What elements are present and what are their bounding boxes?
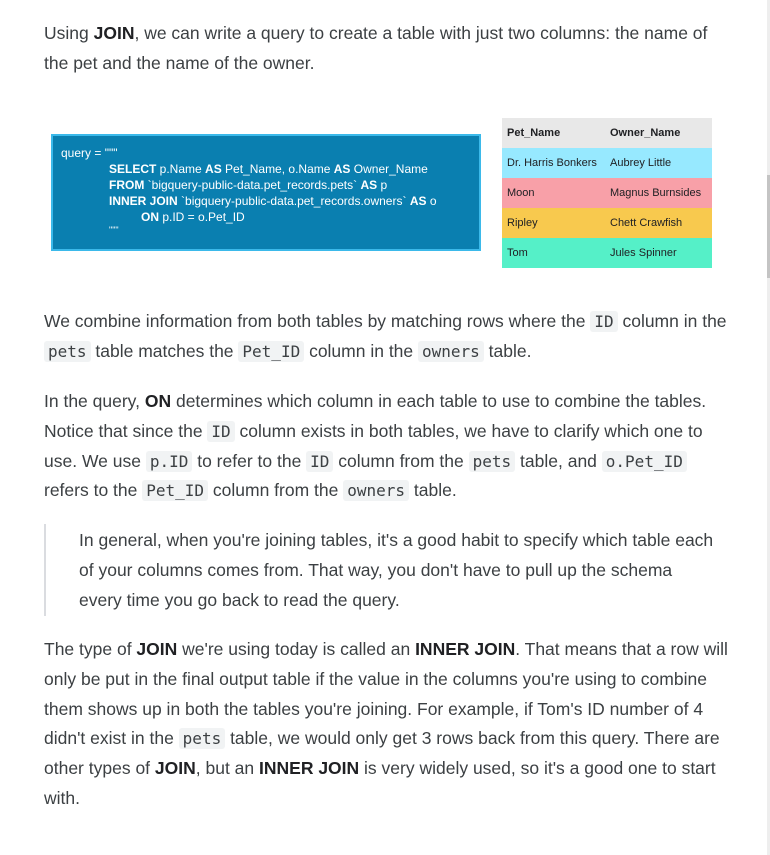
table-cell: Aubrey Little	[605, 148, 712, 178]
sql-keyword: AS	[205, 162, 222, 176]
text: table.	[483, 340, 532, 361]
code-text: o	[426, 194, 437, 208]
text: table.	[409, 480, 457, 501]
text: refers to the	[44, 480, 143, 501]
table-row: Moon Magnus Burnsides	[502, 178, 712, 208]
on-paragraph: In the query, ON determines which column…	[44, 387, 728, 506]
sql-keyword: ON	[141, 210, 159, 224]
sql-keyword: AS	[360, 178, 378, 192]
code-text: `bigquery-public-data.pet_records.pets`	[144, 178, 361, 192]
column-header: Pet_Name	[502, 118, 605, 148]
text: Using	[44, 23, 94, 43]
sql-keyword: FROM	[109, 178, 145, 192]
table-row: Dr. Harris Bonkers Aubrey Little	[502, 148, 712, 178]
query-line-5: ON p.ID = o.Pet_ID	[141, 209, 245, 225]
column-header: Owner_Name	[605, 118, 712, 148]
inline-code: o.Pet_ID	[601, 450, 687, 472]
text: column from the	[333, 450, 469, 471]
code-text: """	[109, 225, 119, 235]
blockquote: In general, when you're joining tables, …	[44, 524, 714, 616]
text: table, and	[515, 450, 602, 471]
join-type-paragraph: The type of JOIN we're using today is ca…	[44, 635, 728, 814]
result-table: Pet_Name Owner_Name Dr. Harris Bonkers A…	[502, 118, 712, 268]
keyword-join: JOIN	[154, 758, 196, 779]
intro-paragraph: Using JOIN, we can write a query to crea…	[44, 19, 728, 79]
inline-code: owners	[343, 480, 410, 502]
inline-code: ID	[207, 420, 235, 442]
inline-code: pets	[178, 728, 226, 750]
table-cell: Chett Crawfish	[605, 208, 712, 238]
text: We combine information from both tables …	[44, 311, 591, 331]
blockquote-text: In general, when you're joining tables, …	[79, 530, 714, 610]
sql-keyword: AS	[409, 194, 427, 208]
text: , but an	[195, 758, 260, 779]
table-cell: Moon	[502, 178, 605, 208]
sql-keyword: SELECT	[109, 162, 157, 176]
code-text: Pet_Name, o.Name	[221, 162, 334, 176]
inline-code: ID	[306, 450, 334, 472]
table-header-row: Pet_Name Owner_Name	[502, 118, 712, 148]
query-line-1: query = """	[61, 145, 117, 161]
text: to refer to the	[192, 450, 307, 471]
table-row: Ripley Chett Crawfish	[502, 208, 712, 238]
inline-code: p.ID	[145, 450, 193, 472]
table-row: Tom Jules Spinner	[502, 238, 712, 268]
query-line-4: INNER JOIN `bigquery-public-data.pet_rec…	[109, 193, 437, 209]
table-cell: Magnus Burnsides	[605, 178, 712, 208]
code-text: Owner_Name	[350, 162, 428, 176]
code-text: query = """	[61, 146, 118, 160]
code-text: `bigquery-public-data.pet_records.owners…	[177, 194, 410, 208]
text: table matches the	[90, 340, 239, 361]
query-line-2: SELECT p.Name AS Pet_Name, o.Name AS Own…	[109, 161, 428, 177]
text: In the query,	[44, 391, 145, 411]
sql-keyword: AS	[333, 162, 351, 176]
table-cell: Dr. Harris Bonkers	[502, 148, 605, 178]
inline-code: Pet_ID	[142, 480, 209, 502]
keyword-on: ON	[144, 391, 172, 411]
query-line-6: """	[109, 222, 119, 238]
keyword-join: JOIN	[93, 23, 135, 43]
code-text: p.ID = o.Pet_ID	[159, 210, 245, 224]
text: column in the	[617, 311, 727, 331]
table-cell: Tom	[502, 238, 605, 268]
query-line-3: FROM `bigquery-public-data.pet_records.p…	[109, 177, 387, 193]
text: column from the	[208, 480, 344, 501]
query-code-figure: query = """ SELECT p.Name AS Pet_Name, o…	[51, 134, 481, 251]
text: The type of	[44, 639, 137, 659]
table-cell: Ripley	[502, 208, 605, 238]
inline-code: ID	[590, 311, 618, 332]
text: we're using today is called an	[177, 639, 416, 659]
keyword-inner-join: INNER JOIN	[415, 639, 516, 659]
keyword-inner-join: INNER JOIN	[259, 758, 360, 779]
inline-code: pets	[468, 450, 516, 472]
combine-paragraph: We combine information from both tables …	[44, 307, 728, 367]
code-text: p	[377, 178, 388, 192]
inline-code: owners	[418, 340, 484, 362]
inline-code: Pet_ID	[238, 340, 305, 362]
text: , we can write a query to create a table…	[44, 23, 708, 73]
table-cell: Jules Spinner	[605, 238, 712, 268]
text: column in the	[304, 340, 419, 361]
keyword-join: JOIN	[136, 639, 178, 659]
code-text: p.Name	[156, 162, 206, 176]
inline-code: pets	[44, 340, 91, 362]
sql-keyword: INNER JOIN	[109, 194, 178, 208]
